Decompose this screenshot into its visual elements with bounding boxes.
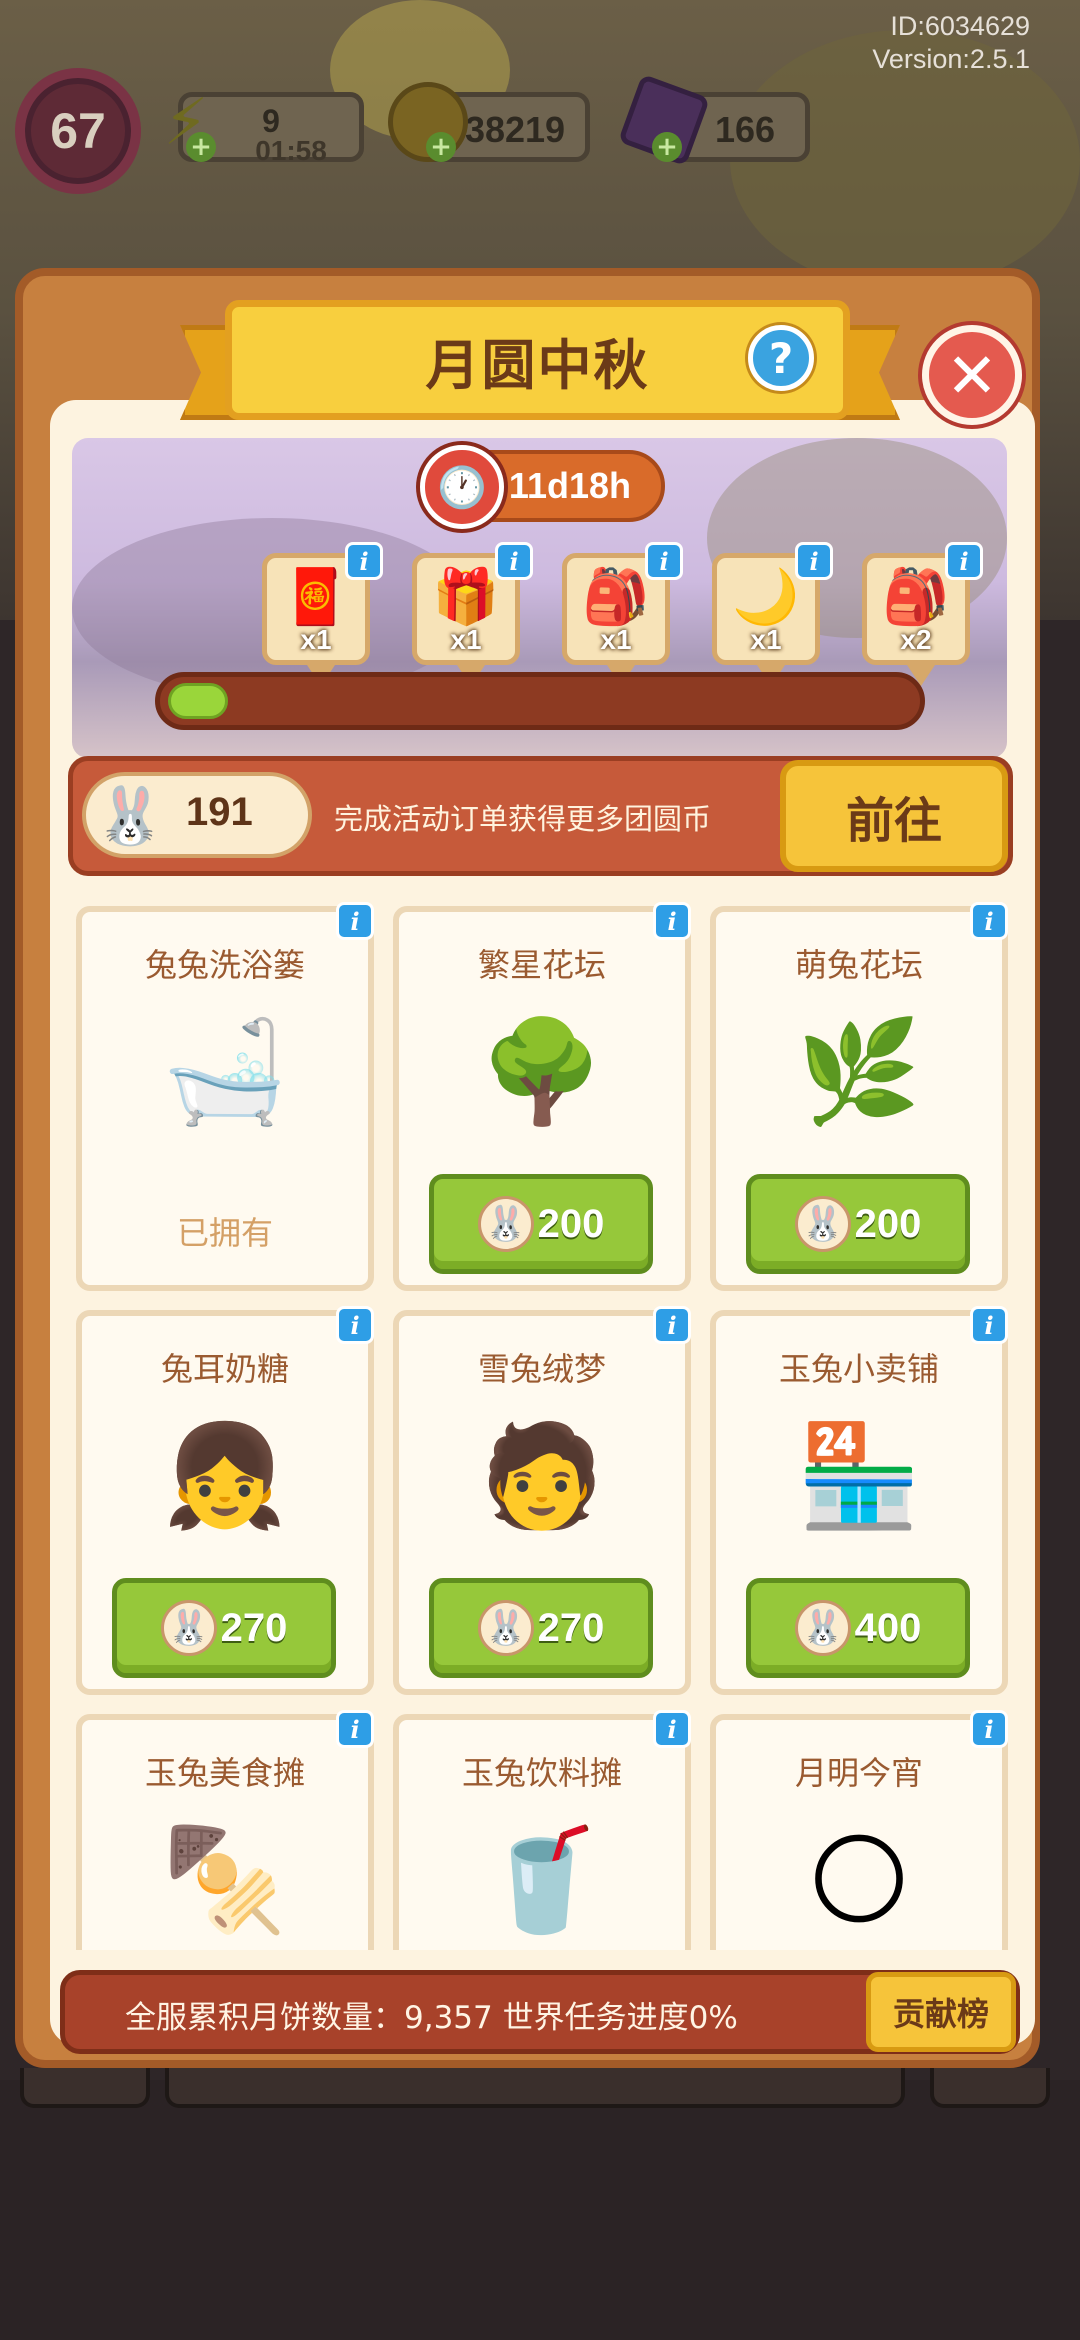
panel-foot-right [930,2068,1050,2108]
reunion-coin-balance: 🐰 191 [82,772,312,858]
background-bottom [0,2080,1080,2340]
shop-item-card[interactable]: 萌兔花坛 🌿 🐰 200 i [710,902,1008,1291]
item-name: 雪兔绒梦 [477,1350,606,1388]
shop-item-card[interactable]: 兔耳奶糖 👧 🐰 270 i [76,1306,374,1695]
info-icon[interactable]: i [970,1306,1008,1344]
info-icon[interactable]: i [945,542,983,580]
info-icon[interactable]: i [645,542,683,580]
reward-backpack-1[interactable]: 🎒 x1 i [562,542,683,686]
bunny-coin-icon: 🐰 [477,1600,534,1656]
info-icon[interactable]: i [653,1306,691,1344]
bunny-coin-icon: 🐰 [160,1600,217,1656]
info-icon[interactable]: i [970,1710,1008,1748]
add-coins-icon[interactable]: + [426,132,456,162]
goto-button[interactable]: 前往 [780,760,1008,872]
contribution-rank-button[interactable]: 贡献榜 [866,1972,1016,2052]
item-name: 兔耳奶糖 [160,1350,289,1388]
item-name: 玉兔美食摊 [144,1754,305,1792]
event-progress-bar [155,672,925,730]
info-icon[interactable]: i [495,542,533,580]
bunny-coin-icon: 🐰 [95,784,165,849]
world-task-text: 全服累积月饼数量：9,357 世界任务进度0% [125,2000,738,2036]
item-name: 玉兔饮料摊 [461,1754,622,1792]
reward-chest-2[interactable]: 🎁 x1 i [412,542,533,686]
item-price: 270 [220,1605,288,1650]
bunny-girl-outfit-icon: 👧 [162,1417,288,1534]
info-icon[interactable]: i [345,542,383,580]
event-progress-fill [168,683,228,719]
item-name: 玉兔小卖铺 [778,1350,939,1388]
item-name: 兔兔洗浴篓 [144,946,305,984]
buy-button[interactable]: 🐰 200 [746,1174,970,1274]
event-timer-text: 11d18h [508,465,631,506]
star-flowerbed-icon: 🌳 [479,1013,605,1130]
info-icon[interactable]: i [336,1306,374,1344]
info-icon[interactable]: i [653,1710,691,1748]
help-icon[interactable]: ? [748,325,814,391]
buy-button[interactable]: 🐰 270 [112,1578,336,1678]
buy-button[interactable]: 🐰 200 [429,1174,653,1274]
bunny-boy-outfit-icon: 🧑 [479,1417,605,1534]
reward-chest-1[interactable]: 🧧 x1 i [262,542,383,686]
reunion-coin-amount: 191 [186,790,253,834]
account-info: ID:6034629 Version:2.5.1 [872,10,1030,76]
shop-item-card[interactable]: 兔兔洗浴篓 🛁 已拥有 i [76,902,374,1291]
info-icon[interactable]: i [653,902,691,940]
currency-hint: 完成活动订单获得更多团圆币 [334,802,712,836]
reward-quantity: x1 [300,624,332,655]
bath-basket-icon: 🛁 [162,1013,288,1130]
panel-foot-center [165,2068,905,2108]
item-name: 繁星花坛 [477,946,606,984]
bunny-flowerbed-icon: 🌿 [796,1013,922,1130]
energy-timer: 01:58 [255,135,327,166]
panel-title: 月圆中秋 [425,333,650,397]
reward-quantity: x2 [900,624,932,655]
player-id: ID:6034629 [890,11,1030,41]
drink-stall-icon: 🥤 [479,1821,605,1938]
add-gems-icon[interactable]: + [652,132,682,162]
add-energy-icon[interactable]: + [186,132,216,162]
panel-foot-left [20,2068,150,2108]
item-name: 月明今宵 [794,1754,923,1792]
close-button[interactable]: ✕ [922,325,1022,425]
level-badge[interactable]: 67 [15,68,141,194]
reward-quantity: x1 [450,624,482,655]
reward-quantity: x1 [600,624,632,655]
shop-item-card[interactable]: 雪兔绒梦 🧑 🐰 270 i [393,1306,691,1695]
reward-wand[interactable]: 🌙 x1 i [712,542,833,686]
reward-backpack-2[interactable]: 🎒 x2 i [862,542,983,686]
full-moon-icon: 🌕 [806,1821,912,1939]
shop-item-card[interactable]: 玉兔小卖铺 🏪 🐰 400 i [710,1306,1008,1695]
version-label: Version:2.5.1 [872,44,1030,74]
shop-grid[interactable]: 兔兔洗浴篓 🛁 已拥有 i 繁星花坛 🌳 🐰 200 i 萌兔花坛 🌿 🐰 20… [70,890,1015,1950]
buy-button[interactable]: 🐰 270 [429,1578,653,1678]
owned-label: 已拥有 [176,1214,273,1252]
item-price: 200 [537,1201,605,1246]
item-price: 200 [854,1201,922,1246]
buy-button[interactable]: 🐰 400 [746,1578,970,1678]
info-icon[interactable]: i [336,902,374,940]
item-price: 400 [854,1605,922,1650]
shop-item-card[interactable]: 月明今宵 🌕 i [710,1710,1008,1950]
info-icon[interactable]: i [336,1710,374,1748]
shop-stall-icon: 🏪 [796,1417,922,1534]
shop-item-card[interactable]: 玉兔饮料摊 🥤 i [393,1710,691,1950]
info-icon[interactable]: i [970,902,1008,940]
bunny-coin-icon: 🐰 [794,1600,851,1656]
shop-item-card[interactable]: 繁星花坛 🌳 🐰 200 i [393,902,691,1291]
bunny-coin-icon: 🐰 [794,1196,851,1252]
bunny-coin-icon: 🐰 [477,1196,534,1252]
item-name: 萌兔花坛 [794,946,923,984]
clock-icon: 🕐 [420,445,504,529]
item-price: 270 [537,1605,605,1650]
level-value: 67 [50,103,106,159]
reward-quantity: x1 [750,624,782,655]
shop-item-card[interactable]: 玉兔美食摊 🍢 i [76,1710,374,1950]
food-stall-icon: 🍢 [162,1821,288,1938]
info-icon[interactable]: i [795,542,833,580]
